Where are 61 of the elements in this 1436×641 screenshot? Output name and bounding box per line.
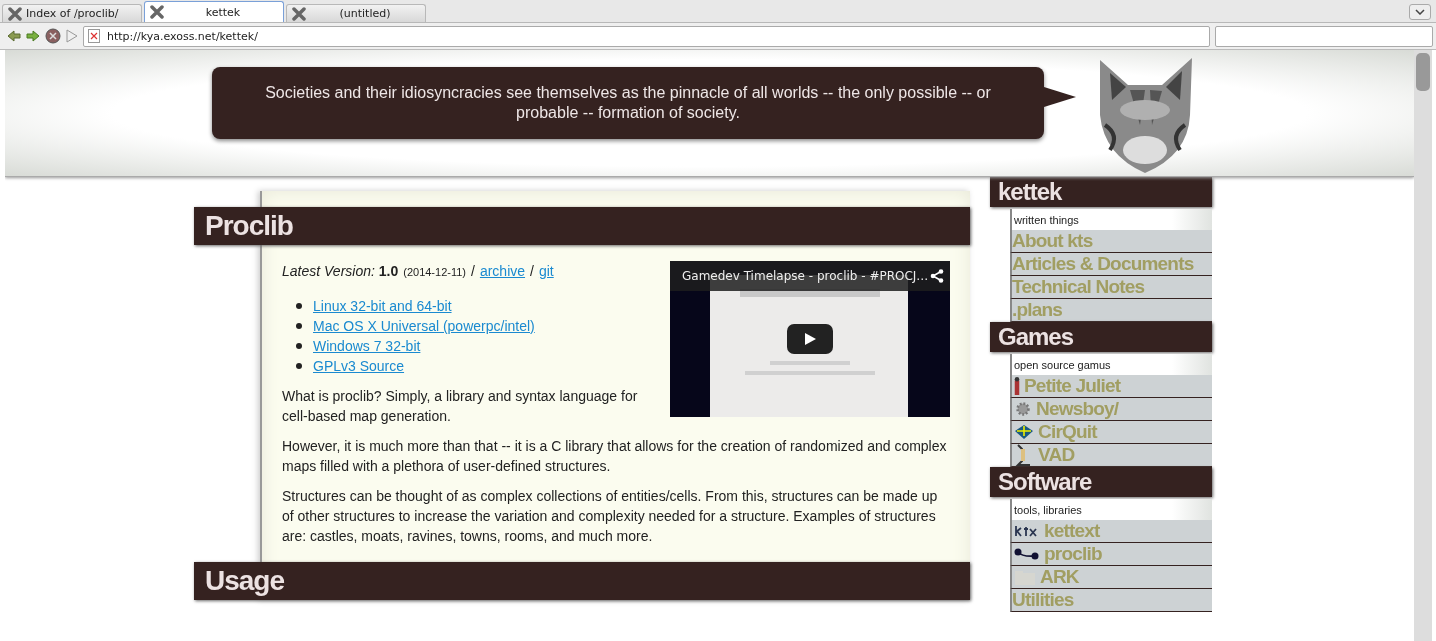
ktx-logo-icon (1014, 524, 1040, 538)
share-icon[interactable] (930, 269, 944, 283)
close-icon[interactable] (8, 6, 22, 21)
bullet-icon (296, 363, 302, 369)
sidebar-link[interactable]: Newsboy/ (1010, 398, 1212, 421)
sidebar-subtitle: tools, libraries (1010, 499, 1212, 520)
sidebar-link[interactable]: kettext (1010, 520, 1212, 543)
download-link[interactable]: Linux 32-bit and 64-bit (313, 298, 452, 314)
sidebar-link[interactable]: .plans (1010, 299, 1212, 322)
section-heading: Proclib (194, 207, 970, 245)
caret-icon[interactable] (1415, 9, 1425, 15)
sidebar-link[interactable]: proclib (1010, 543, 1212, 566)
version-text: Latest Version: 1.0 (282, 262, 399, 281)
sidebar-link[interactable]: Utilities (1010, 589, 1212, 612)
video-title[interactable]: Gamedev Timelapse - proclib - #PROCJ… (682, 269, 929, 283)
close-icon[interactable] (150, 5, 164, 19)
download-link[interactable]: Mac OS X Universal (powerpc/intel) (313, 318, 535, 334)
sidebar-subtitle: open source gamus (1010, 354, 1212, 375)
sidebar-link[interactable]: ARK (1010, 566, 1212, 589)
separator: / (471, 262, 475, 281)
browser-tab[interactable]: (untitled) (286, 4, 426, 22)
download-link[interactable]: GPLv3 Source (313, 358, 405, 374)
section-heading: Usage (194, 562, 970, 600)
figure-icon (1014, 377, 1020, 395)
page-icon (88, 29, 100, 43)
address-field[interactable]: http://kya.exoss.net/kettek/ (83, 25, 1210, 47)
browser-tab[interactable]: Index of /proclib/ (2, 4, 142, 22)
sidebar-heading: kettek (990, 177, 1212, 207)
forward-icon[interactable] (26, 30, 40, 42)
paragraph: Structures can be thought of as complex collections of entities/cells. From this, structures can be made up of other structures to increase the variation and complexity needed for a structure. Examples of structures are: castles, moats, ravines, towns, rooms, and much more. (282, 487, 939, 546)
quote-text: Societies and their idiosyncracies see themselves as the pinnacle of all worlds -- the only possible -- or probable -- formation of society. (264, 83, 992, 123)
stop-icon[interactable] (45, 28, 61, 44)
sidebar-link[interactable]: About kts (1010, 230, 1212, 253)
paragraph: What is proclib? Simply, a library and syntax language for cell-based map generation. (282, 387, 639, 426)
close-icon[interactable] (292, 6, 306, 21)
bullet-icon (296, 343, 302, 349)
sidebar-link[interactable]: Petite Juliet (1010, 375, 1212, 398)
bullet-icon (296, 323, 302, 329)
release-date: (2014-12-11) (403, 265, 466, 280)
sidebar-link[interactable]: VAD (1010, 444, 1212, 467)
scrollbar[interactable] (1414, 50, 1432, 641)
link[interactable]: archive (479, 261, 526, 281)
separator: / (530, 262, 534, 281)
search-field[interactable] (1215, 25, 1433, 47)
link[interactable]: git (538, 261, 554, 281)
bullet-icon (296, 303, 302, 309)
browser-tab[interactable]: kettek (144, 1, 284, 22)
paragraph: However, it is much more than that -- it is a C library that allows for the creation of randomized and complex maps filled with a plethora of user-defined structures. (282, 437, 948, 476)
play-button-icon[interactable] (787, 324, 833, 354)
sidebar-link[interactable]: Technical Notes (1010, 276, 1212, 299)
sidebar-subtitle: written things (1010, 209, 1212, 230)
nodes-icon (1014, 547, 1040, 561)
sidebar-link[interactable]: Articles & Documents (1010, 253, 1212, 276)
sidebar-heading: Software (990, 467, 1212, 497)
back-icon[interactable] (7, 30, 21, 42)
tab-menu-button[interactable] (1409, 4, 1431, 20)
download-link[interactable]: Windows 7 32-bit (313, 338, 421, 354)
sidebar-heading: Games (990, 322, 1212, 352)
gear-icon (1014, 399, 1032, 419)
diamond-icon (1014, 422, 1034, 442)
sidebar-link[interactable]: CirQuit (1010, 421, 1212, 444)
